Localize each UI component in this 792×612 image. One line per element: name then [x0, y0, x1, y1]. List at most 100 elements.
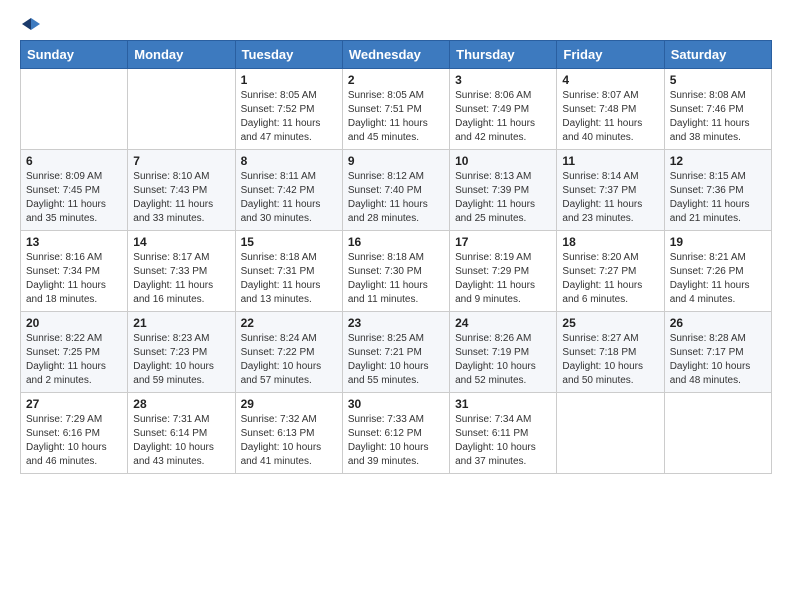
calendar-cell: 30 Sunrise: 7:33 AM Sunset: 6:12 PM Dayli…	[342, 393, 449, 474]
day-info: Sunrise: 8:09 AM Sunset: 7:45 PM Dayligh…	[26, 170, 122, 226]
day-number: 8	[241, 154, 337, 168]
day-info: Sunrise: 8:23 AM Sunset: 7:23 PM Dayligh…	[133, 332, 229, 388]
day-number: 23	[348, 316, 444, 330]
day-info: Sunrise: 8:20 AM Sunset: 7:27 PM Dayligh…	[562, 251, 658, 307]
day-info: Sunrise: 8:07 AM Sunset: 7:48 PM Dayligh…	[562, 89, 658, 145]
calendar-cell: 13 Sunrise: 8:16 AM Sunset: 7:34 PM Dayli…	[21, 231, 128, 312]
calendar-cell: 3 Sunrise: 8:06 AM Sunset: 7:49 PM Daylig…	[450, 69, 557, 150]
col-header-friday: Friday	[557, 41, 664, 69]
day-number: 19	[670, 235, 766, 249]
day-info: Sunrise: 8:15 AM Sunset: 7:36 PM Dayligh…	[670, 170, 766, 226]
day-number: 5	[670, 73, 766, 87]
day-info: Sunrise: 8:10 AM Sunset: 7:43 PM Dayligh…	[133, 170, 229, 226]
calendar-cell: 26 Sunrise: 8:28 AM Sunset: 7:17 PM Dayli…	[664, 312, 771, 393]
calendar-week-row: 27 Sunrise: 7:29 AM Sunset: 6:16 PM Dayli…	[21, 393, 772, 474]
day-info: Sunrise: 7:29 AM Sunset: 6:16 PM Dayligh…	[26, 413, 122, 469]
calendar-cell: 15Sunrise: 8:18 AM Sunset: 7:31 PM Dayli…	[235, 231, 342, 312]
calendar-cell: 16 Sunrise: 8:18 AM Sunset: 7:30 PM Dayli…	[342, 231, 449, 312]
day-number: 30	[348, 397, 444, 411]
calendar-week-row: 6 Sunrise: 8:09 AM Sunset: 7:45 PM Daylig…	[21, 150, 772, 231]
calendar-cell: 28 Sunrise: 7:31 AM Sunset: 6:14 PM Dayli…	[128, 393, 235, 474]
day-number: 28	[133, 397, 229, 411]
day-number: 22	[241, 316, 337, 330]
day-info: Sunrise: 8:21 AM Sunset: 7:26 PM Dayligh…	[670, 251, 766, 307]
day-info: Sunrise: 8:17 AM Sunset: 7:33 PM Dayligh…	[133, 251, 229, 307]
day-number: 21	[133, 316, 229, 330]
day-info: Sunrise: 8:18 AM Sunset: 7:30 PM Dayligh…	[348, 251, 444, 307]
calendar-cell: 5Sunrise: 8:08 AM Sunset: 7:46 PM Daylig…	[664, 69, 771, 150]
day-number: 15	[241, 235, 337, 249]
day-number: 2	[348, 73, 444, 87]
day-number: 27	[26, 397, 122, 411]
day-number: 20	[26, 316, 122, 330]
calendar-cell: 9Sunrise: 8:12 AM Sunset: 7:40 PM Daylig…	[342, 150, 449, 231]
logo	[20, 16, 40, 30]
day-number: 10	[455, 154, 551, 168]
logo-flag-icon	[22, 16, 40, 34]
calendar-header-row: SundayMondayTuesdayWednesdayThursdayFrid…	[21, 41, 772, 69]
day-number: 9	[348, 154, 444, 168]
calendar-cell: 29Sunrise: 7:32 AM Sunset: 6:13 PM Dayli…	[235, 393, 342, 474]
day-info: Sunrise: 7:34 AM Sunset: 6:11 PM Dayligh…	[455, 413, 551, 469]
calendar-cell: 14 Sunrise: 8:17 AM Sunset: 7:33 PM Dayli…	[128, 231, 235, 312]
day-info: Sunrise: 8:19 AM Sunset: 7:29 PM Dayligh…	[455, 251, 551, 307]
day-number: 7	[133, 154, 229, 168]
day-info: Sunrise: 8:05 AM Sunset: 7:51 PM Dayligh…	[348, 89, 444, 145]
day-number: 13	[26, 235, 122, 249]
col-header-saturday: Saturday	[664, 41, 771, 69]
day-info: Sunrise: 8:28 AM Sunset: 7:17 PM Dayligh…	[670, 332, 766, 388]
day-number: 31	[455, 397, 551, 411]
day-info: Sunrise: 8:16 AM Sunset: 7:34 PM Dayligh…	[26, 251, 122, 307]
day-info: Sunrise: 8:11 AM Sunset: 7:42 PM Dayligh…	[241, 170, 337, 226]
day-number: 12	[670, 154, 766, 168]
day-info: Sunrise: 8:05 AM Sunset: 7:52 PM Dayligh…	[241, 89, 337, 145]
calendar-cell	[128, 69, 235, 150]
calendar-cell: 6 Sunrise: 8:09 AM Sunset: 7:45 PM Daylig…	[21, 150, 128, 231]
calendar-cell: 19 Sunrise: 8:21 AM Sunset: 7:26 PM Dayli…	[664, 231, 771, 312]
day-number: 6	[26, 154, 122, 168]
day-info: Sunrise: 8:13 AM Sunset: 7:39 PM Dayligh…	[455, 170, 551, 226]
day-info: Sunrise: 8:24 AM Sunset: 7:22 PM Dayligh…	[241, 332, 337, 388]
day-number: 3	[455, 73, 551, 87]
day-number: 1	[241, 73, 337, 87]
page: SundayMondayTuesdayWednesdayThursdayFrid…	[0, 0, 792, 484]
calendar-cell: 23 Sunrise: 8:25 AM Sunset: 7:21 PM Dayli…	[342, 312, 449, 393]
calendar-week-row: 1 Sunrise: 8:05 AM Sunset: 7:52 PM Daylig…	[21, 69, 772, 150]
header	[20, 16, 772, 30]
calendar-cell: 27 Sunrise: 7:29 AM Sunset: 6:16 PM Dayli…	[21, 393, 128, 474]
calendar-cell: 1 Sunrise: 8:05 AM Sunset: 7:52 PM Daylig…	[235, 69, 342, 150]
day-number: 18	[562, 235, 658, 249]
calendar-cell: 24 Sunrise: 8:26 AM Sunset: 7:19 PM Dayli…	[450, 312, 557, 393]
day-number: 14	[133, 235, 229, 249]
calendar-cell: 20Sunrise: 8:22 AM Sunset: 7:25 PM Dayli…	[21, 312, 128, 393]
day-info: Sunrise: 7:31 AM Sunset: 6:14 PM Dayligh…	[133, 413, 229, 469]
calendar-cell	[21, 69, 128, 150]
day-info: Sunrise: 8:25 AM Sunset: 7:21 PM Dayligh…	[348, 332, 444, 388]
day-number: 17	[455, 235, 551, 249]
calendar-cell	[557, 393, 664, 474]
day-number: 29	[241, 397, 337, 411]
calendar-cell: 11Sunrise: 8:14 AM Sunset: 7:37 PM Dayli…	[557, 150, 664, 231]
day-info: Sunrise: 8:27 AM Sunset: 7:18 PM Dayligh…	[562, 332, 658, 388]
day-number: 11	[562, 154, 658, 168]
day-info: Sunrise: 8:06 AM Sunset: 7:49 PM Dayligh…	[455, 89, 551, 145]
col-header-sunday: Sunday	[21, 41, 128, 69]
col-header-monday: Monday	[128, 41, 235, 69]
calendar-cell	[664, 393, 771, 474]
calendar-week-row: 20Sunrise: 8:22 AM Sunset: 7:25 PM Dayli…	[21, 312, 772, 393]
calendar-cell: 18 Sunrise: 8:20 AM Sunset: 7:27 PM Dayli…	[557, 231, 664, 312]
day-info: Sunrise: 7:33 AM Sunset: 6:12 PM Dayligh…	[348, 413, 444, 469]
day-number: 16	[348, 235, 444, 249]
day-number: 4	[562, 73, 658, 87]
day-info: Sunrise: 8:26 AM Sunset: 7:19 PM Dayligh…	[455, 332, 551, 388]
calendar-week-row: 13 Sunrise: 8:16 AM Sunset: 7:34 PM Dayli…	[21, 231, 772, 312]
col-header-wednesday: Wednesday	[342, 41, 449, 69]
day-number: 26	[670, 316, 766, 330]
calendar-cell: 17 Sunrise: 8:19 AM Sunset: 7:29 PM Dayli…	[450, 231, 557, 312]
calendar-cell: 8 Sunrise: 8:11 AM Sunset: 7:42 PM Daylig…	[235, 150, 342, 231]
day-number: 25	[562, 316, 658, 330]
calendar-cell: 25 Sunrise: 8:27 AM Sunset: 7:18 PM Dayli…	[557, 312, 664, 393]
calendar-table: SundayMondayTuesdayWednesdayThursdayFrid…	[20, 40, 772, 474]
calendar-cell: 22 Sunrise: 8:24 AM Sunset: 7:22 PM Dayli…	[235, 312, 342, 393]
day-number: 24	[455, 316, 551, 330]
